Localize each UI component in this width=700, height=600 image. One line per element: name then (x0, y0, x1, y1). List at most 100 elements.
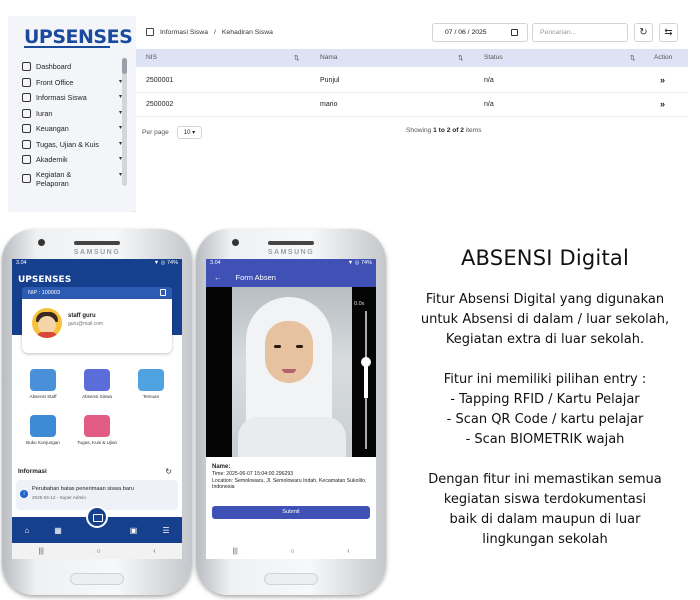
menu-tile-icon (30, 369, 56, 391)
cell-status: n/a (484, 101, 494, 108)
announcement-title: Perubahan batas penerimaan siswa baru (32, 486, 134, 492)
form-details: Name: Time: 2025-06-07 15:04:00.296293 L… (212, 464, 372, 491)
pagination-info: Showing 1 to 2 of 2 items (406, 127, 482, 134)
sidebar-item[interactable]: Tugas, Ujian & Kuis ▾ (22, 137, 128, 153)
calendar-icon[interactable] (511, 29, 518, 36)
back-arrow-icon[interactable]: ← (214, 273, 222, 282)
menu-tile[interactable]: Tugas, Kuis & Ujian (70, 415, 124, 445)
menu-tile-label: Absensi Siswa (82, 394, 112, 399)
breadcrumb-item-informasi-siswa[interactable]: Informasi Siswa (160, 29, 208, 36)
menu-tile-icon (84, 415, 110, 437)
sidebar-toggle-icon[interactable] (146, 28, 154, 36)
scan-fab-button[interactable] (86, 506, 108, 528)
breadcrumb-item-kehadiran-siswa: Kehadiran Siswa (221, 28, 273, 36)
phone-mockup-home: SAMSUNG 3.04 ▼ ◎ 74% UPSENSES NIP : 10000… (2, 229, 192, 595)
sidebar-item-label: Kegiatan & Pelaporan (36, 169, 72, 188)
sort-icon[interactable]: ⇅ (458, 54, 464, 62)
profile-card[interactable]: staff guru guru@mail.com (22, 299, 172, 353)
table-header: NIS ⇅ Nama ⇅ Status ⇅ Action (136, 49, 688, 67)
phone-brand: SAMSUNG (267, 249, 315, 256)
copy-icon[interactable] (160, 289, 166, 296)
sidebar-item-label: Front Office (36, 77, 74, 87)
sidebar-item[interactable]: Akademik ▾ (22, 152, 128, 168)
speaker-grille (74, 241, 120, 245)
date-input[interactable]: 07 / 06 / 2025 (432, 23, 528, 42)
name-label: Name: (212, 464, 231, 470)
refresh-icon[interactable]: ↻ (165, 467, 172, 476)
academic-icon (22, 155, 31, 165)
main-content: Informasi Siswa / Kehadiran Siswa 07 / 0… (136, 16, 688, 212)
nip-bar: NIP : 100003 (22, 287, 172, 299)
menu-tile-label: Temuan (142, 394, 160, 399)
app-logo: UPSENSES (18, 275, 72, 285)
back-button[interactable]: ‹ (153, 548, 155, 555)
home-icon (22, 62, 31, 72)
location-line: Location: Semolowaru, Jl. Semolowaru Ind… (212, 477, 367, 491)
menu-tile[interactable]: Temuan (124, 369, 178, 399)
sidebar-item[interactable]: Keuangan ▾ (22, 121, 128, 137)
per-page-label: Per page (142, 129, 169, 136)
wallet-icon (22, 124, 31, 134)
per-page-control: Per page 10 ▾ (142, 126, 203, 139)
info-section-title: Informasi (18, 468, 47, 475)
sort-icon[interactable]: ⇅ (630, 54, 636, 62)
column-header-status[interactable]: Status (484, 54, 503, 61)
home-button[interactable]: ○ (96, 548, 100, 555)
phone-home-key (70, 573, 124, 585)
sidebar-item-label: Informasi Siswa (36, 93, 87, 103)
user-email: guru@mail.com (68, 321, 104, 327)
system-nav: ||| ○ ‹ (206, 543, 376, 559)
nav-calendar-icon[interactable]: ▦ (54, 526, 62, 535)
menu-tile-icon (84, 369, 110, 391)
face-photo (232, 287, 352, 457)
zoom-level: 0.0x (354, 301, 365, 307)
task-icon (22, 139, 31, 149)
sidebar-item-label: Dashboard (36, 62, 72, 72)
sort-icon[interactable]: ⇅ (294, 54, 300, 62)
filter-button[interactable]: ⇆ (659, 23, 678, 42)
status-bar: 3.04 ▼ ◎ 74% (206, 259, 376, 267)
page-title: Form Absen (235, 272, 276, 282)
menu-tile[interactable]: Absensi Staff (16, 369, 70, 399)
column-header-nama[interactable]: Nama (320, 54, 338, 61)
recents-button[interactable]: ||| (38, 548, 43, 555)
nav-chat-icon[interactable]: ▣ (130, 526, 138, 535)
nav-menu-icon[interactable]: ☰ (162, 526, 169, 535)
sidebar-item[interactable]: Front Office ▾ (22, 75, 128, 91)
column-header-action: Action (654, 54, 673, 61)
speaker-grille (268, 241, 314, 245)
sidebar-item[interactable]: Dashboard (22, 59, 128, 75)
sidebar-menu: Dashboard Front Office ▾ Informasi Siswa ▾ Iu… (22, 59, 128, 190)
submit-button[interactable]: Submit (212, 506, 370, 519)
phone-screen: 3.04 ▼ ◎ 74% ← Form Absen 0.0x Name: Time… (206, 259, 376, 559)
menu-tile[interactable]: Absensi Siswa (70, 369, 124, 399)
sidebar-item-label: Iuran (36, 108, 53, 118)
money-icon (22, 108, 31, 118)
feature-title: ABSENSI Digital (460, 246, 630, 270)
announcement-meta: 2025-04-12 - Super Admin (32, 495, 86, 500)
home-button[interactable]: ○ (290, 548, 294, 555)
sidebar-item[interactable]: Iuran ▾ (22, 106, 128, 122)
sidebar-scroll-thumb[interactable] (122, 58, 127, 74)
sidebar-scrollbar[interactable] (122, 58, 127, 186)
recents-button[interactable]: ||| (232, 548, 237, 555)
row-action-button[interactable]: » (660, 99, 665, 109)
sidebar-item[interactable]: Kegiatan & Pelaporan ▾ (22, 168, 128, 190)
back-button[interactable]: ‹ (347, 548, 349, 555)
menu-tile-label: Tugas, Kuis & Ujian (76, 440, 118, 445)
time-line: Time: 2025-06-07 15:04:00.296293 (212, 470, 294, 477)
menu-tile[interactable]: Buku Kunjungan (16, 415, 70, 445)
column-header-nis[interactable]: NIS (146, 54, 157, 61)
feature-intro: Fitur Absensi Digital yang digunakan unt… (420, 292, 670, 347)
per-page-select[interactable]: 10 ▾ (176, 126, 203, 139)
nav-home-icon[interactable]: ⌂ (24, 526, 29, 535)
app-logo: UPSENSES (24, 26, 133, 48)
zoom-slider-handle[interactable] (361, 357, 371, 367)
phone-brand: SAMSUNG (73, 249, 121, 256)
row-action-button[interactable]: » (660, 75, 665, 85)
sidebar-item[interactable]: Informasi Siswa ▾ (22, 90, 128, 106)
phone-home-key (264, 573, 318, 585)
search-input[interactable]: Pencarian... (532, 23, 628, 42)
refresh-button[interactable]: ↻ (634, 23, 653, 42)
cell-nis: 2500002 (146, 101, 174, 108)
